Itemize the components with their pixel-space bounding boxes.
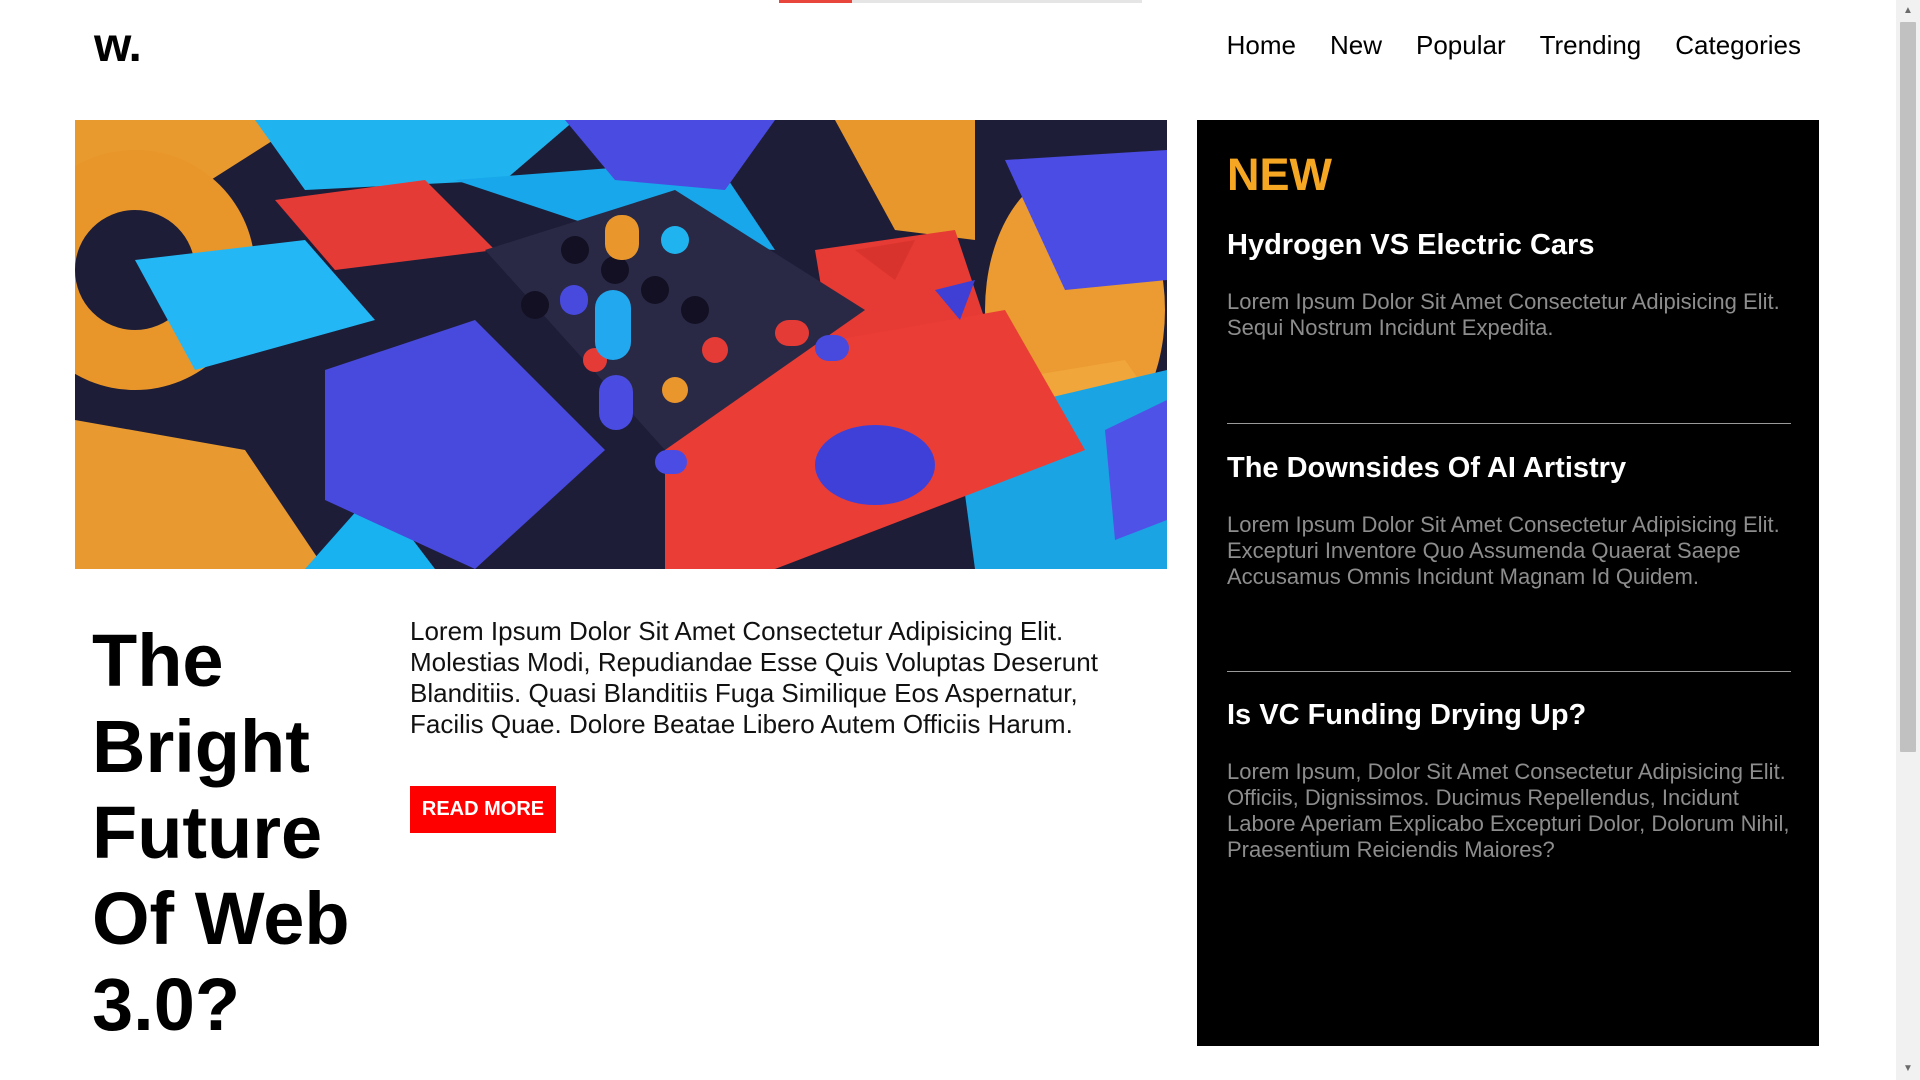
hero-image — [75, 120, 1167, 569]
reading-progress-fill — [779, 0, 852, 3]
nav-home[interactable]: Home — [1227, 30, 1296, 60]
news-item[interactable]: Is VC Funding Drying Up? Lorem Ipsum, Do… — [1227, 698, 1791, 863]
triangle-up-icon[interactable]: ▲ — [1896, 2, 1920, 20]
news-divider — [1227, 423, 1791, 424]
new-panel-title: NEW — [1227, 149, 1332, 200]
news-item-title[interactable]: Hydrogen VS Electric Cars — [1227, 228, 1791, 262]
hero-illustration — [75, 120, 1167, 569]
main-nav: Home New Popular Trending Categories — [1193, 30, 1801, 60]
triangle-down-icon[interactable]: ▼ — [1896, 1060, 1920, 1078]
news-item-summary: Lorem Ipsum, Dolor Sit Amet Consectetur … — [1227, 759, 1790, 862]
nav-categories[interactable]: Categories — [1675, 30, 1801, 60]
page-scrollbar[interactable]: ▲ ▼ — [1896, 0, 1920, 1080]
scrollbar-thumb[interactable] — [1900, 22, 1916, 752]
read-more-button[interactable]: READ MORE — [410, 786, 556, 833]
news-item[interactable]: Hydrogen VS Electric Cars Lorem Ipsum Do… — [1227, 228, 1791, 341]
nav-popular[interactable]: Popular — [1416, 30, 1506, 60]
news-item-title[interactable]: The Downsides Of AI Artistry — [1227, 451, 1791, 485]
news-item-title[interactable]: Is VC Funding Drying Up? — [1227, 698, 1791, 732]
article-headline: The Bright Future Of Web 3.0? — [92, 619, 350, 1046]
news-item-summary: Lorem Ipsum Dolor Sit Amet Consectetur A… — [1227, 512, 1780, 589]
article-excerpt: Lorem Ipsum Dolor Sit Amet Consectetur A… — [410, 616, 1098, 739]
site-logo[interactable]: w. — [94, 22, 142, 70]
news-divider — [1227, 671, 1791, 672]
news-item[interactable]: The Downsides Of AI Artistry Lorem Ipsum… — [1227, 451, 1791, 590]
reading-progress-bar — [779, 0, 1142, 3]
news-item-summary: Lorem Ipsum Dolor Sit Amet Consectetur A… — [1227, 289, 1780, 340]
nav-trending[interactable]: Trending — [1540, 30, 1642, 60]
new-articles-panel: NEW Hydrogen VS Electric Cars Lorem Ipsu… — [1197, 120, 1819, 1046]
nav-new[interactable]: New — [1330, 30, 1382, 60]
